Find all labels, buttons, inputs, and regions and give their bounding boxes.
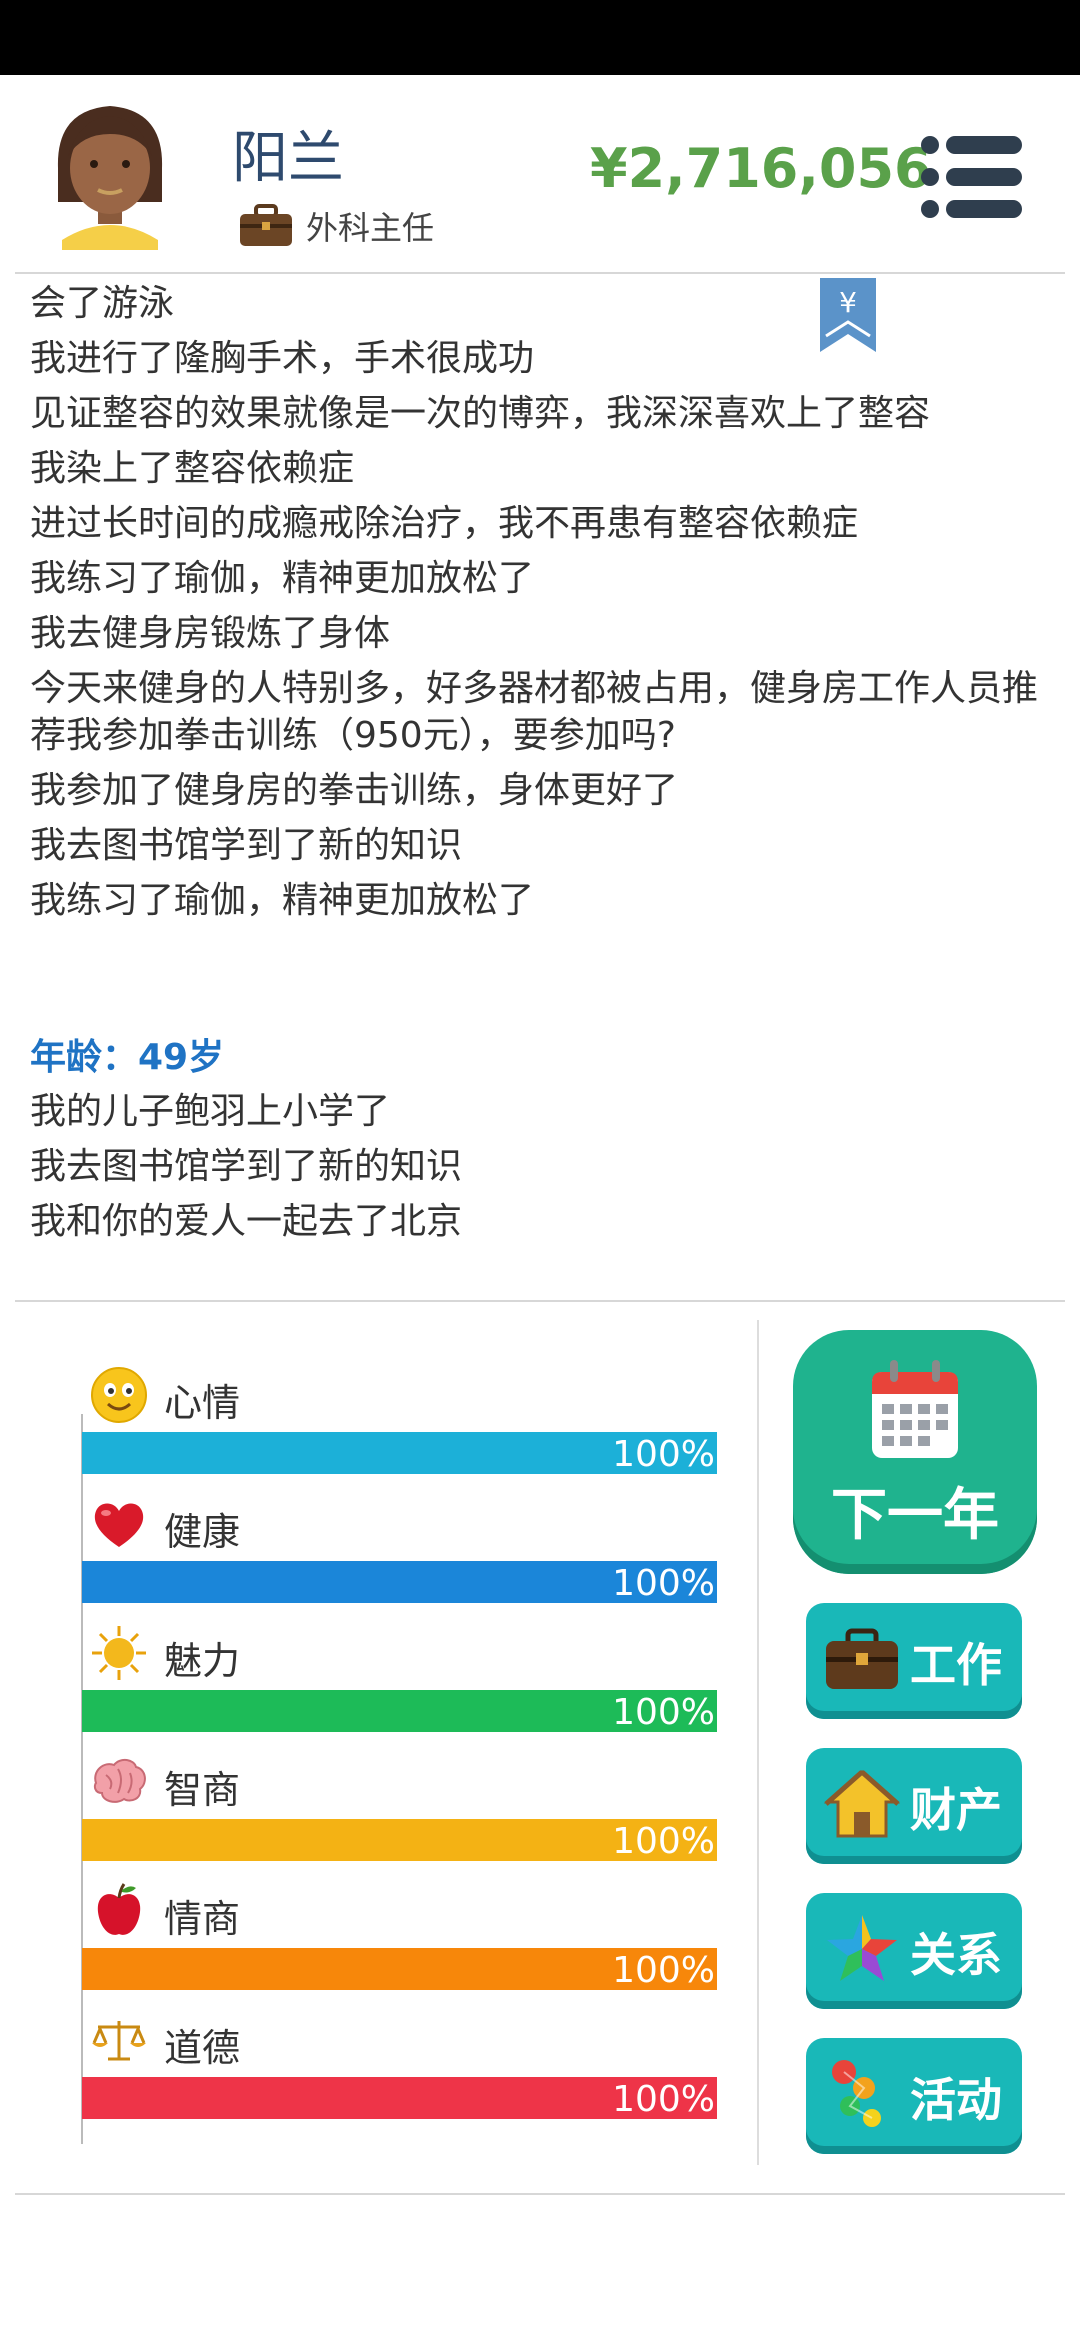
- log-line: 我染上了整容依赖症: [30, 448, 355, 489]
- apple-icon: [97, 1883, 141, 1935]
- log-line: 见证整容的效果就像是一次的博弈，我深深喜欢上了整容: [30, 393, 931, 434]
- stat-label: 健康: [164, 1510, 241, 1554]
- log-line: 我参加了健身房的拳击训练，身体更好了: [30, 770, 679, 811]
- profile-header: 阳兰 外科主任 ¥2,716,056: [0, 75, 1080, 273]
- log-line: 今天来健身的人特别多，好多器材都被占用，健身房工作人员推荐我参加拳击训练（950…: [30, 668, 1039, 756]
- stat-label: 智商: [164, 1768, 241, 1812]
- heart-icon: [94, 1503, 144, 1547]
- menu-icon[interactable]: [920, 133, 1024, 221]
- header-divider: [15, 272, 1065, 274]
- log-line: 我和你的爱人一起去了北京: [30, 1201, 463, 1242]
- scales-icon: [92, 2021, 146, 2061]
- activities-button[interactable]: 活动: [806, 2038, 1022, 2154]
- stat-label: 魅力: [164, 1639, 241, 1683]
- log-line: 我练习了瑜伽，精神更加放松了: [30, 880, 535, 921]
- stat-value: 100%: [612, 1821, 715, 1862]
- log-line: 进过长时间的成瘾戒除治疗，我不再患有整容依赖症: [30, 503, 859, 544]
- money-bookmark-icon[interactable]: ¥: [820, 278, 876, 352]
- activities-icon: [832, 2060, 881, 2127]
- avatar[interactable]: [40, 90, 180, 250]
- stat-morality: 道德 100%: [82, 2011, 717, 2131]
- relations-label: 关系: [910, 1928, 1002, 1982]
- activities-label: 活动: [910, 2073, 1002, 2127]
- property-button[interactable]: 财产: [806, 1748, 1022, 1864]
- log-line: 我去健身房锻炼了身体: [30, 613, 391, 654]
- bookmark-symbol: ¥: [839, 286, 857, 319]
- smiley-icon: [91, 1367, 147, 1423]
- player-name: 阳兰: [232, 126, 344, 191]
- next-year-button[interactable]: 下一年: [793, 1330, 1037, 1574]
- stat-health: 健康 100%: [82, 1495, 717, 1615]
- sun-icon: [92, 1626, 146, 1680]
- event-log-current[interactable]: 我的儿子鲍羽上小学了 我去图书馆学到了新的知识 我和你的爱人一起去了北京: [30, 1084, 1050, 1249]
- bottom-divider: [15, 2193, 1065, 2195]
- stat-label: 情商: [164, 1897, 241, 1941]
- brain-icon: [93, 1759, 146, 1803]
- work-label: 工作: [910, 1638, 1002, 1692]
- stat-value: 100%: [612, 1434, 715, 1475]
- status-bar: [0, 0, 1080, 75]
- work-button[interactable]: 工作: [806, 1603, 1022, 1719]
- briefcase-icon: [240, 204, 292, 246]
- job-title: 外科主任: [306, 209, 435, 247]
- briefcase-icon: [826, 1628, 898, 1689]
- log-line: 我去图书馆学到了新的知识: [30, 1146, 463, 1187]
- next-year-label: 下一年: [831, 1483, 999, 1548]
- log-line: 会了游泳: [30, 283, 175, 324]
- stat-eq: 情商 100%: [82, 1882, 717, 2002]
- log-line: 我练习了瑜伽，精神更加放松了: [30, 558, 535, 599]
- money-balance: ¥2,716,056: [590, 137, 932, 200]
- stat-label: 心情: [164, 1381, 241, 1425]
- stat-value: 100%: [612, 1563, 715, 1604]
- stat-value: 100%: [612, 1950, 715, 1991]
- house-icon: [824, 1769, 900, 1838]
- panel-divider: [757, 1320, 759, 2165]
- job-row: 外科主任: [238, 203, 434, 249]
- stats-panel: 心情 100% 健康 100% 魅力 100% 智商 100% 情商 100% …: [0, 1302, 760, 2182]
- relations-button[interactable]: 关系: [806, 1893, 1022, 2009]
- stat-mood: 心情 100%: [82, 1366, 717, 1486]
- log-line: 我去图书馆学到了新的知识: [30, 825, 463, 866]
- stat-value: 100%: [612, 2079, 715, 2120]
- log-line: 我的儿子鲍羽上小学了: [30, 1091, 391, 1132]
- stat-charm: 魅力 100%: [82, 1624, 717, 1744]
- age-header: 年龄：49岁: [30, 1037, 225, 1078]
- stat-label: 道德: [164, 2026, 241, 2070]
- stat-iq: 智商 100%: [82, 1753, 717, 1873]
- event-log[interactable]: 会了游泳 我进行了隆胸手术，手术很成功 见证整容的效果就像是一次的博弈，我深深喜…: [30, 276, 1050, 928]
- calendar-icon: [872, 1360, 958, 1458]
- star-icon: [827, 1915, 897, 1981]
- property-label: 财产: [910, 1783, 1002, 1837]
- log-line: 我进行了隆胸手术，手术很成功: [30, 338, 535, 379]
- stat-value: 100%: [612, 1692, 715, 1733]
